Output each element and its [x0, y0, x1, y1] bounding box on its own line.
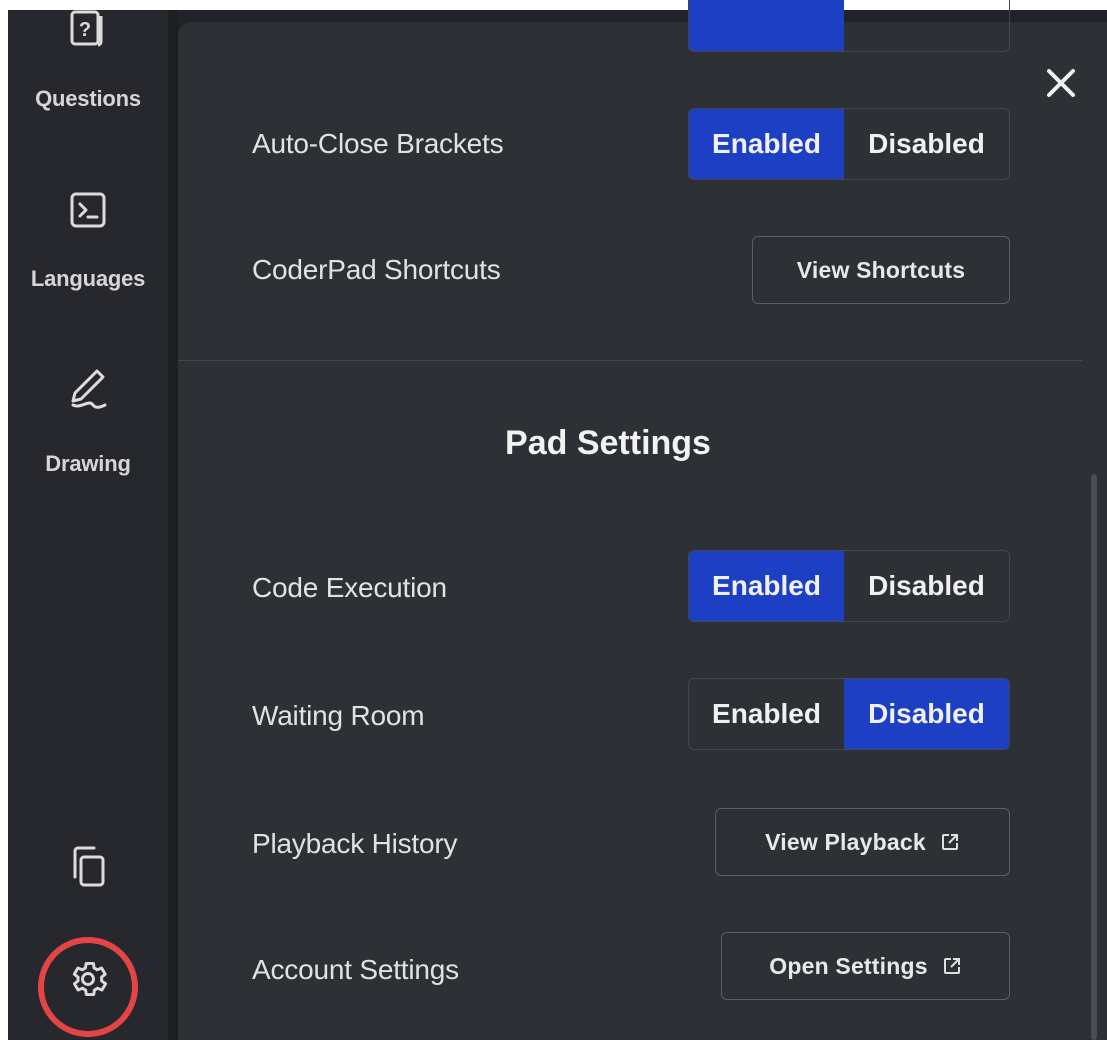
- code-execution-label: Code Execution: [252, 572, 447, 603]
- intellisense-toggle[interactable]: [688, 0, 1010, 52]
- coderpad-shortcuts-label: CoderPad Shortcuts: [252, 254, 501, 285]
- question-card-icon: ?: [70, 10, 103, 47]
- sidebar-item-questions[interactable]: ? Questions: [8, 10, 168, 112]
- view-playback-button[interactable]: View Playback: [715, 808, 1010, 876]
- waiting-room-enabled-option[interactable]: Enabled: [689, 679, 844, 749]
- sidebar-item-label: Languages: [30, 266, 146, 291]
- copy-icon: [73, 846, 105, 887]
- auto-close-brackets-toggle[interactable]: Enabled Disabled: [688, 108, 1010, 180]
- auto-close-brackets-disabled-option[interactable]: Disabled: [844, 109, 1009, 179]
- sidebar-divider: [168, 10, 178, 1040]
- external-link-icon: [943, 958, 960, 974]
- auto-close-brackets-enabled-option[interactable]: Enabled: [689, 109, 845, 179]
- sidebar-item-label: Drawing: [45, 451, 131, 476]
- left-edge: [0, 0, 8, 1040]
- svg-text:?: ?: [79, 19, 91, 41]
- pad-settings-title: Pad Settings: [505, 424, 711, 462]
- waiting-room-disabled-option[interactable]: Disabled: [844, 679, 1009, 749]
- terminal-icon: [70, 192, 106, 228]
- waiting-room-label: Waiting Room: [252, 700, 425, 731]
- open-settings-label: Open Settings: [769, 952, 928, 979]
- sidebar: ? Questions Languages Drawing: [8, 10, 168, 1040]
- code-execution-toggle[interactable]: Enabled Disabled: [688, 550, 1010, 622]
- view-shortcuts-button[interactable]: View Shortcuts: [752, 236, 1010, 304]
- open-settings-button[interactable]: Open Settings: [721, 932, 1010, 1000]
- section-divider: [178, 360, 1082, 361]
- intellisense-enabled-option[interactable]: [689, 0, 845, 51]
- settings-highlight-ring: [38, 937, 138, 1037]
- sidebar-item-drawing[interactable]: Drawing: [8, 365, 168, 477]
- panel-scrollbar[interactable]: [1091, 474, 1097, 1040]
- view-playback-label: View Playback: [765, 828, 926, 855]
- code-execution-disabled-option[interactable]: Disabled: [844, 551, 1009, 621]
- copy-button[interactable]: [8, 843, 168, 891]
- external-link-icon: [941, 834, 958, 850]
- code-execution-enabled-option[interactable]: Enabled: [689, 551, 845, 621]
- waiting-room-toggle[interactable]: Enabled Disabled: [688, 678, 1010, 750]
- close-icon[interactable]: [1040, 62, 1082, 104]
- pen-icon: [71, 369, 107, 409]
- sidebar-item-label: Questions: [35, 86, 141, 111]
- intellisense-disabled-option[interactable]: [844, 0, 1009, 51]
- auto-close-brackets-label: Auto-Close Brackets: [252, 128, 504, 159]
- account-settings-label: Account Settings: [252, 954, 459, 985]
- playback-history-label: Playback History: [252, 828, 458, 859]
- settings-panel: Auto-Close Brackets Enabled Disabled Cod…: [178, 0, 1107, 1040]
- sidebar-item-languages[interactable]: Languages: [8, 190, 168, 292]
